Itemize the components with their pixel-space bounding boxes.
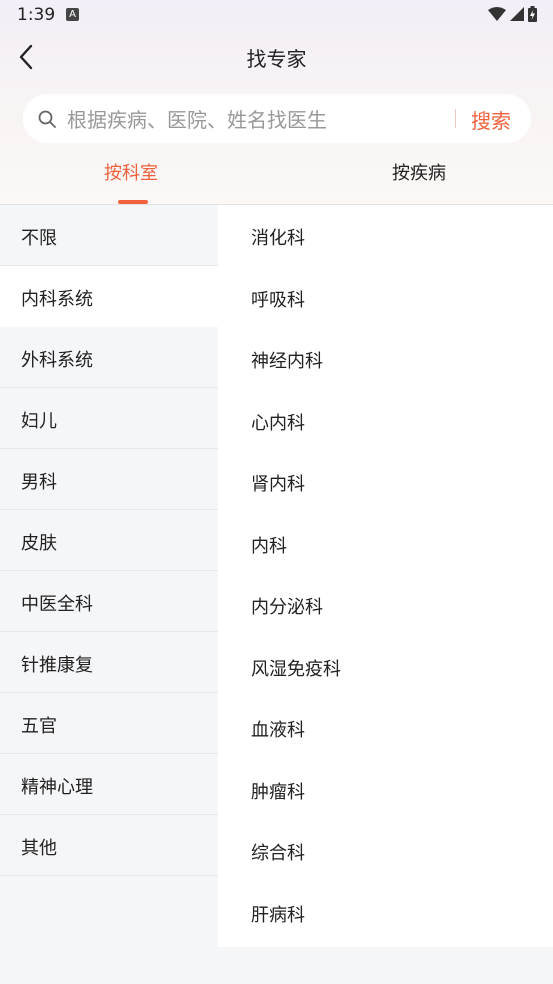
status-icons: [488, 6, 537, 22]
department-item[interactable]: 风湿免疫科: [218, 636, 553, 698]
category-item-women-children[interactable]: 妇儿: [0, 388, 218, 449]
department-label: 风湿免疫科: [251, 658, 341, 680]
status-bar: 1:39 A: [0, 0, 553, 30]
category-label: 皮肤: [21, 533, 57, 554]
department-item[interactable]: 心内科: [218, 390, 553, 452]
department-label: 肿瘤科: [251, 781, 305, 803]
category-label: 内科系统: [21, 289, 93, 310]
category-label: 男科: [21, 472, 57, 493]
department-label: 消化科: [251, 228, 305, 249]
department-list: 消化科 呼吸科 神经内科 心内科 肾内科 内科 内分泌科 风湿免疫科 血液科 肿…: [218, 205, 553, 947]
department-label: 综合科: [251, 843, 305, 864]
category-item-surgery[interactable]: 外科系统: [0, 327, 218, 388]
category-item-other[interactable]: 其他: [0, 815, 218, 876]
department-item[interactable]: 肿瘤科: [218, 759, 553, 821]
category-label: 精神心理: [21, 777, 93, 798]
category-label: 外科系统: [21, 350, 93, 371]
category-label: 不限: [21, 228, 57, 249]
department-item[interactable]: 血液科: [218, 697, 553, 759]
department-label: 肾内科: [251, 474, 305, 495]
category-item-unlimited[interactable]: 不限: [0, 205, 218, 266]
department-label: 内科: [251, 535, 287, 557]
search-button[interactable]: 搜索: [471, 105, 511, 134]
department-label: 肝病科: [251, 904, 305, 926]
battery-icon: [528, 6, 537, 22]
category-label: 妇儿: [21, 411, 57, 432]
notification-icon: A: [66, 8, 79, 21]
tab-bar: 按科室 按疾病: [0, 150, 553, 205]
status-time: 1:39: [17, 5, 56, 25]
tab-by-disease[interactable]: 按疾病: [392, 159, 446, 185]
category-item-psychiatry[interactable]: 精神心理: [0, 754, 218, 815]
category-label: 五官: [21, 716, 57, 737]
search-bar: 搜索: [23, 94, 531, 143]
search-input[interactable]: [65, 104, 449, 136]
search-icon: [38, 110, 56, 128]
category-label: 中医全科: [21, 594, 93, 615]
department-item[interactable]: 综合科: [218, 820, 553, 882]
department-label: 神经内科: [251, 351, 323, 372]
department-item[interactable]: 肾内科: [218, 451, 553, 513]
department-label: 心内科: [251, 412, 305, 434]
signal-icon: [510, 7, 524, 21]
department-item[interactable]: 内科: [218, 513, 553, 575]
nav-bar: 找专家: [0, 30, 553, 84]
category-item-tcm[interactable]: 中医全科: [0, 571, 218, 632]
category-item-andrology[interactable]: 男科: [0, 449, 218, 510]
search-divider: [455, 109, 456, 128]
category-label: 针推康复: [21, 655, 93, 676]
category-item-dermatology[interactable]: 皮肤: [0, 510, 218, 571]
category-label: 其他: [21, 838, 57, 859]
department-label: 呼吸科: [251, 289, 305, 311]
page-title: 找专家: [246, 47, 307, 71]
department-label: 血液科: [251, 720, 305, 741]
department-item[interactable]: 内分泌科: [218, 574, 553, 636]
category-item-internal-medicine[interactable]: 内科系统: [0, 266, 218, 327]
category-item-ent[interactable]: 五官: [0, 693, 218, 754]
department-label: 内分泌科: [251, 597, 323, 618]
department-item[interactable]: 肝病科: [218, 882, 553, 944]
category-sidebar: 不限 内科系统 外科系统 妇儿 男科 皮肤 中医全科 针推康复 五官 精神心理 …: [0, 205, 218, 876]
department-item[interactable]: 呼吸科: [218, 267, 553, 329]
category-item-acupuncture-rehab[interactable]: 针推康复: [0, 632, 218, 693]
tab-by-department[interactable]: 按科室: [104, 159, 158, 185]
department-item[interactable]: 神经内科: [218, 328, 553, 390]
department-item[interactable]: 消化科: [218, 205, 553, 267]
wifi-icon: [488, 7, 506, 21]
